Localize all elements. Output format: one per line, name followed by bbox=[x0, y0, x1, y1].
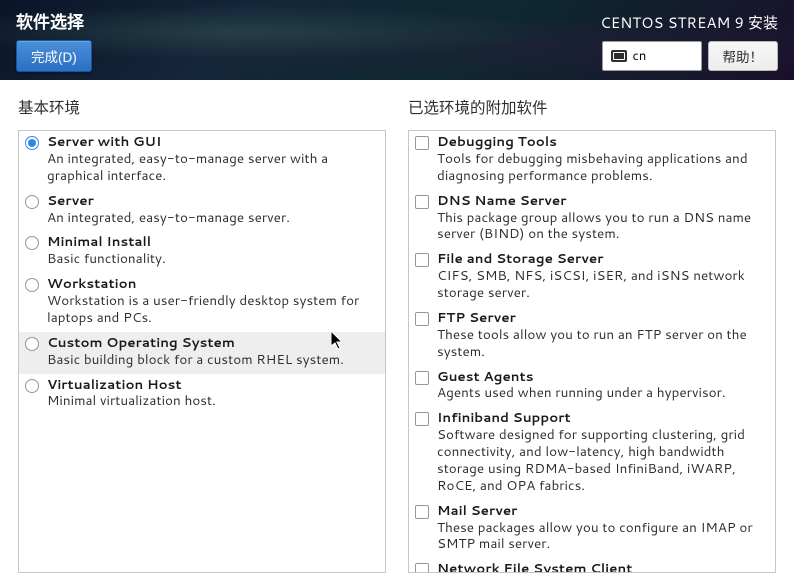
addon-option[interactable]: Infiniband SupportSoftware designed for … bbox=[409, 407, 775, 499]
env-option[interactable]: Minimal InstallBasic functionality. bbox=[19, 231, 385, 273]
radio-button[interactable] bbox=[25, 337, 39, 351]
option-name: Network File System Client bbox=[437, 561, 769, 573]
option-description: An integrated, easy-to-manage server. bbox=[47, 210, 379, 227]
option-name: Server bbox=[47, 193, 379, 210]
env-option[interactable]: Virtualization HostMinimal virtualizatio… bbox=[19, 374, 385, 416]
base-env-heading: 基本环境 bbox=[18, 96, 386, 118]
checkbox[interactable] bbox=[415, 505, 429, 519]
addon-option[interactable]: Network File System ClientEnables the sy… bbox=[409, 558, 775, 573]
keyboard-layout-label: cn bbox=[633, 47, 647, 65]
env-option[interactable]: WorkstationWorkstation is a user-friendl… bbox=[19, 273, 385, 332]
page-title: 软件选择 bbox=[16, 8, 92, 34]
checkbox[interactable] bbox=[415, 412, 429, 426]
product-label: CENTOS STREAM 9 安装 bbox=[600, 12, 778, 33]
option-description: Minimal virtualization host. bbox=[47, 393, 379, 410]
radio-button[interactable] bbox=[25, 136, 39, 150]
done-button[interactable]: 完成(D) bbox=[16, 40, 92, 72]
addon-option[interactable]: DNS Name ServerThis package group allows… bbox=[409, 190, 775, 249]
env-option[interactable]: Custom Operating SystemBasic building bl… bbox=[19, 332, 385, 374]
option-description: An integrated, easy-to-manage server wit… bbox=[47, 151, 379, 185]
keyboard-icon bbox=[611, 50, 627, 62]
header-bar: 软件选择 完成(D) CENTOS STREAM 9 安装 cn 帮助！ bbox=[0, 0, 794, 80]
help-button[interactable]: 帮助！ bbox=[708, 41, 779, 71]
addon-option[interactable]: FTP ServerThese tools allow you to run a… bbox=[409, 307, 775, 366]
option-name: Mail Server bbox=[437, 503, 769, 520]
option-description: Software designed for supporting cluster… bbox=[437, 427, 769, 495]
checkbox[interactable] bbox=[415, 195, 429, 209]
option-description: These tools allow you to run an FTP serv… bbox=[437, 327, 769, 361]
option-description: Basic building block for a custom RHEL s… bbox=[47, 352, 379, 369]
checkbox[interactable] bbox=[415, 563, 429, 573]
env-option[interactable]: Server with GUIAn integrated, easy-to-ma… bbox=[19, 131, 385, 190]
keyboard-layout-selector[interactable]: cn bbox=[602, 41, 702, 71]
option-description: Basic functionality. bbox=[47, 251, 379, 268]
option-name: DNS Name Server bbox=[437, 193, 769, 210]
radio-button[interactable] bbox=[25, 236, 39, 250]
option-description: These packages allow you to configure an… bbox=[437, 520, 769, 554]
radio-button[interactable] bbox=[25, 379, 39, 393]
option-description: CIFS, SMB, NFS, iSCSI, iSER, and iSNS ne… bbox=[437, 268, 769, 302]
addon-option[interactable]: Guest AgentsAgents used when running und… bbox=[409, 366, 775, 408]
option-description: Agents used when running under a hypervi… bbox=[437, 385, 769, 402]
addon-option[interactable]: Mail ServerThese packages allow you to c… bbox=[409, 500, 775, 559]
checkbox[interactable] bbox=[415, 312, 429, 326]
option-description: This package group allows you to run a D… bbox=[437, 210, 769, 244]
addons-list: Debugging ToolsTools for debugging misbe… bbox=[408, 130, 776, 573]
option-description: Tools for debugging misbehaving applicat… bbox=[437, 151, 769, 185]
env-option[interactable]: ServerAn integrated, easy-to-manage serv… bbox=[19, 190, 385, 232]
checkbox[interactable] bbox=[415, 253, 429, 267]
radio-button[interactable] bbox=[25, 278, 39, 292]
checkbox[interactable] bbox=[415, 371, 429, 385]
base-env-list: Server with GUIAn integrated, easy-to-ma… bbox=[18, 130, 386, 573]
option-description: Workstation is a user-friendly desktop s… bbox=[47, 293, 379, 327]
checkbox[interactable] bbox=[415, 136, 429, 150]
addon-option[interactable]: File and Storage ServerCIFS, SMB, NFS, i… bbox=[409, 248, 775, 307]
addons-heading: 已选环境的附加软件 bbox=[408, 96, 776, 118]
radio-button[interactable] bbox=[25, 195, 39, 209]
addon-option[interactable]: Debugging ToolsTools for debugging misbe… bbox=[409, 131, 775, 190]
